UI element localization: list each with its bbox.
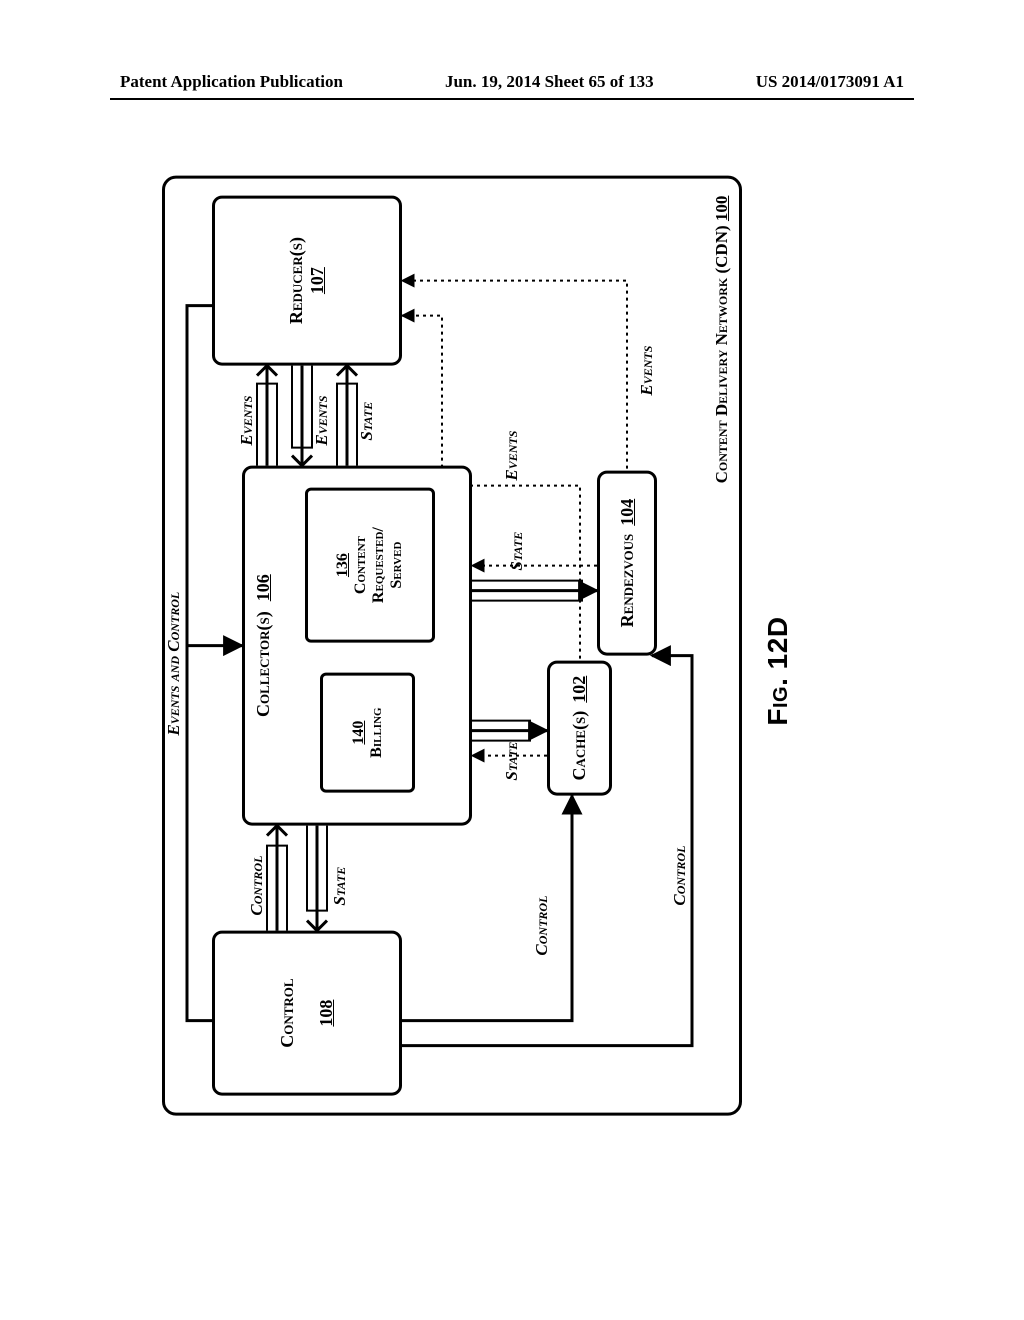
lbl-state-cr: State xyxy=(357,402,377,441)
diagram: Control 108 Collector(s) 106 140 Billing… xyxy=(152,166,872,1126)
box-content-l3: Served xyxy=(388,542,406,589)
header-right: US 2014/0173091 A1 xyxy=(756,72,904,92)
lbl-events-cr2: Events xyxy=(312,396,332,446)
lbl-events-and-control: Events and Control xyxy=(164,592,184,736)
lbl-events-cr1: Events xyxy=(237,396,257,446)
lbl-state-rdv: State xyxy=(507,532,527,571)
box-reducers: Reducer(s) 107 xyxy=(212,196,402,366)
page: Patent Application Publication Jun. 19, … xyxy=(0,0,1024,1320)
box-control: Control 108 xyxy=(212,931,402,1096)
lbl-state-cc: State xyxy=(330,867,350,906)
box-rendezvous-num: 104 xyxy=(617,499,637,526)
box-billing-num: 140 xyxy=(350,721,368,745)
box-collectors-num: 106 xyxy=(253,574,273,601)
box-caches-num: 102 xyxy=(569,676,589,703)
box-content-l1: Content xyxy=(352,536,370,594)
lbl-state-cache: State xyxy=(502,742,522,781)
lbl-events-rdv: Events xyxy=(637,346,657,396)
figure-caption: Fig. 12D xyxy=(762,616,794,725)
box-reducers-num: 107 xyxy=(307,267,328,294)
box-reducers-title: Reducer(s) xyxy=(286,237,307,324)
lbl-control-cc: Control xyxy=(247,856,267,916)
lbl-events-cache: Events xyxy=(502,431,522,481)
box-rendezvous-title: Rendezvous xyxy=(617,534,637,628)
box-collectors-title: Collector(s) xyxy=(253,611,273,717)
cdn-label-num: 100 xyxy=(712,196,731,222)
page-header: Patent Application Publication Jun. 19, … xyxy=(120,72,904,92)
box-billing: 140 Billing xyxy=(320,673,415,793)
cdn-label-text: Content Delivery Network (CDN) xyxy=(712,225,731,483)
box-control-num: 108 xyxy=(316,1000,337,1027)
header-left: Patent Application Publication xyxy=(120,72,343,92)
lbl-control-cache: Control xyxy=(532,896,552,956)
box-content-l2: Requested/ xyxy=(370,527,388,603)
box-content: 136 Content Requested/ Served xyxy=(305,488,435,643)
box-billing-title: Billing xyxy=(368,707,386,757)
box-rendezvous: Rendezvous 104 xyxy=(597,471,657,656)
box-caches: Cache(s) 102 xyxy=(547,661,612,796)
header-rule xyxy=(110,98,914,100)
box-content-num: 136 xyxy=(334,553,352,577)
box-caches-title: Cache(s) xyxy=(569,711,589,781)
box-collectors: Collector(s) 106 140 Billing 136 Content… xyxy=(242,466,472,826)
header-center: Jun. 19, 2014 Sheet 65 of 133 xyxy=(445,72,654,92)
lbl-control-rdv: Control xyxy=(670,846,690,906)
box-control-title: Control xyxy=(277,978,298,1047)
cdn-label: Content Delivery Network (CDN) 100 xyxy=(712,196,732,484)
